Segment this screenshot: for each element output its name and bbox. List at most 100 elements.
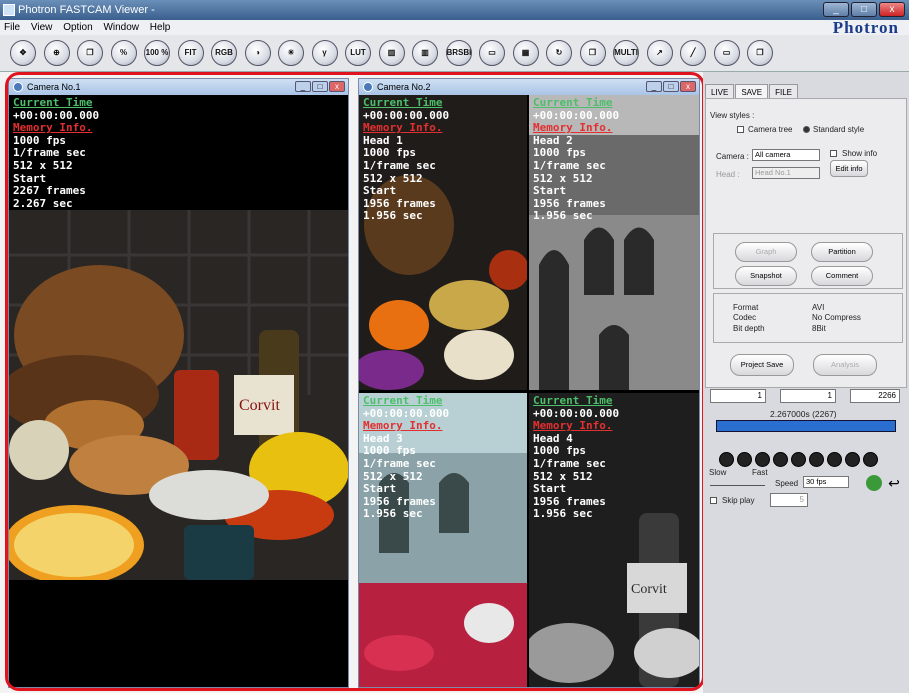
skip-play-field[interactable]: 5: [770, 493, 808, 507]
minimize-button[interactable]: _: [823, 2, 849, 17]
percent-tool-button[interactable]: %: [110, 40, 137, 66]
play-icon[interactable]: [791, 452, 806, 467]
project-save-button[interactable]: Project Save: [730, 354, 794, 376]
title-bar: Photron FASTCAM Viewer - _ □ x: [0, 0, 909, 20]
return-icon[interactable]: ↩: [886, 475, 902, 491]
resolution-value: 512 x 512: [13, 158, 73, 172]
pen-tool-button[interactable]: ╱: [680, 40, 706, 66]
current-frame-field[interactable]: 1: [780, 389, 836, 403]
maximize-button[interactable]: □: [851, 2, 877, 17]
stop-icon[interactable]: [773, 452, 788, 467]
step-forward-icon[interactable]: [809, 452, 824, 467]
head-4-info-overlay: Current Time +00:00:00.000 Memory Info. …: [533, 394, 619, 521]
window-tool-button[interactable]: ▭: [713, 40, 740, 66]
edit-info-button[interactable]: Edit info: [830, 160, 868, 177]
color-bars-reset-tool-button[interactable]: ▥: [412, 40, 438, 66]
menu-file[interactable]: File: [0, 22, 24, 33]
skip-play-label: Skip play: [722, 496, 755, 505]
current-time-label: Current Time: [533, 394, 613, 407]
brightness-tool-button[interactable]: ☀: [278, 40, 304, 66]
show-info-checkbox[interactable]: [830, 150, 837, 157]
head-4-view[interactable]: Corvit Current Time +00:00:00.000 Memory…: [529, 393, 699, 687]
camera-window-1[interactable]: Camera No.1 _ □ x Corvit Current Time +0…: [8, 78, 349, 688]
zoom-100-tool-button[interactable]: 100 %: [144, 40, 170, 66]
sync-icon[interactable]: [866, 475, 882, 491]
grid-tool-button[interactable]: ▦: [512, 40, 539, 66]
memory-info-label: Memory Info.: [533, 419, 613, 433]
menu-window[interactable]: Window: [99, 22, 143, 33]
gamma-tool-button[interactable]: γ Gamma: [311, 40, 338, 66]
bit-depth-value: 8Bit: [812, 324, 826, 333]
close-button[interactable]: x: [879, 2, 905, 17]
camera-window-2[interactable]: Camera No.2 _ □ x Current Time +00:00:00…: [358, 78, 700, 688]
minimize-button[interactable]: _: [646, 81, 662, 92]
shutter-value: 1/frame sec: [363, 158, 436, 172]
camera-select[interactable]: All camera: [752, 149, 820, 161]
close-button[interactable]: x: [680, 81, 696, 92]
memory-info-label: Memory Info.: [13, 121, 93, 135]
time-readout: 2.267000s (2267): [770, 409, 837, 419]
timeline-slider[interactable]: [716, 420, 896, 432]
step-back-icon[interactable]: [737, 452, 752, 467]
camera-window-2-title: Camera No.2: [377, 82, 431, 92]
close-button[interactable]: x: [329, 81, 345, 92]
head-3-view[interactable]: Current Time +00:00:00.000 Memory Info. …: [359, 393, 527, 687]
contrast-tool-button[interactable]: ◑: [244, 40, 271, 66]
current-time-label: Current Time: [533, 96, 613, 109]
color-bars-tool-button[interactable]: ▥: [378, 40, 405, 66]
trigger-mode-value: Start: [363, 482, 397, 496]
speed-label: Speed: [775, 479, 799, 488]
graph-button[interactable]: Graph: [735, 242, 797, 262]
minimize-button[interactable]: _: [295, 81, 311, 92]
standard-style-label: Standard style: [813, 125, 865, 134]
head-1-view[interactable]: Current Time +00:00:00.000 Memory Info. …: [359, 95, 527, 390]
head-2-view[interactable]: Current Time +00:00:00.000 Memory Info. …: [529, 95, 699, 390]
camera-1-view[interactable]: Corvit Current Time +00:00:00.000 Memory…: [9, 95, 348, 687]
menu-view[interactable]: View: [27, 22, 57, 33]
fit-tool-button[interactable]: FIT: [177, 40, 204, 66]
rotate-tool-button[interactable]: ↻: [546, 40, 572, 66]
repeat-icon[interactable]: [863, 452, 878, 467]
head-select[interactable]: Head No.1: [752, 167, 820, 179]
maximize-button[interactable]: □: [663, 81, 679, 92]
memory-info-label: Memory Info.: [533, 121, 613, 135]
codec-value: No Compress: [812, 313, 861, 322]
image-adjust-tool-button[interactable]: ❐: [579, 40, 606, 66]
comment-button[interactable]: Comment: [811, 266, 873, 286]
multi-lock-tool-button[interactable]: MULTI LOCK: [613, 40, 639, 66]
play-reverse-icon[interactable]: [755, 452, 770, 467]
duration-value: 1.956 sec: [363, 507, 423, 521]
camera-1-info-overlay: Current Time +00:00:00.000 Memory Info. …: [13, 96, 99, 210]
speed-select[interactable]: 30 fps: [803, 476, 849, 488]
end-frame-field[interactable]: 2266: [850, 389, 900, 403]
speed-slider[interactable]: [710, 480, 765, 486]
brsbr-tool-button[interactable]: BRSBR: [445, 40, 472, 66]
lut-reset-tool-button[interactable]: LUT RESET: [345, 40, 371, 66]
zoom-tool-button[interactable]: ⊕: [43, 40, 70, 66]
camera-window-2-titlebar[interactable]: Camera No.2 _ □ x: [359, 79, 699, 95]
menu-option[interactable]: Option: [59, 22, 96, 33]
camera-tree-checkbox[interactable]: [737, 126, 744, 133]
cursor-tool-button[interactable]: ↗: [646, 40, 673, 66]
snapshot-button[interactable]: Snapshot: [735, 266, 797, 286]
bottle-label-text: Corvit: [239, 397, 280, 414]
loop-icon[interactable]: [845, 452, 860, 467]
standard-style-radio[interactable]: [803, 126, 810, 133]
partition-button[interactable]: Partition: [811, 242, 873, 262]
skip-play-checkbox[interactable]: [710, 497, 717, 504]
move-tool-button[interactable]: ✥: [10, 40, 36, 66]
camera-window-1-titlebar[interactable]: Camera No.1 _ □ x: [9, 79, 348, 95]
layers-tool-button[interactable]: ❐: [747, 40, 773, 66]
skip-start-icon[interactable]: [719, 452, 734, 467]
analysis-button[interactable]: Analysis: [813, 354, 877, 376]
crop-tool-button[interactable]: ❐: [77, 40, 103, 66]
rectangle-tool-button[interactable]: ▭: [479, 40, 505, 66]
duration-value: 1.956 sec: [363, 209, 423, 223]
rgb-tool-button[interactable]: RGB: [211, 40, 237, 66]
menu-help[interactable]: Help: [146, 22, 175, 33]
camera-icon: [13, 82, 23, 92]
shutter-value: 1/frame sec: [363, 456, 436, 470]
start-frame-field[interactable]: 1: [710, 389, 766, 403]
skip-end-icon[interactable]: [827, 452, 842, 467]
maximize-button[interactable]: □: [312, 81, 328, 92]
